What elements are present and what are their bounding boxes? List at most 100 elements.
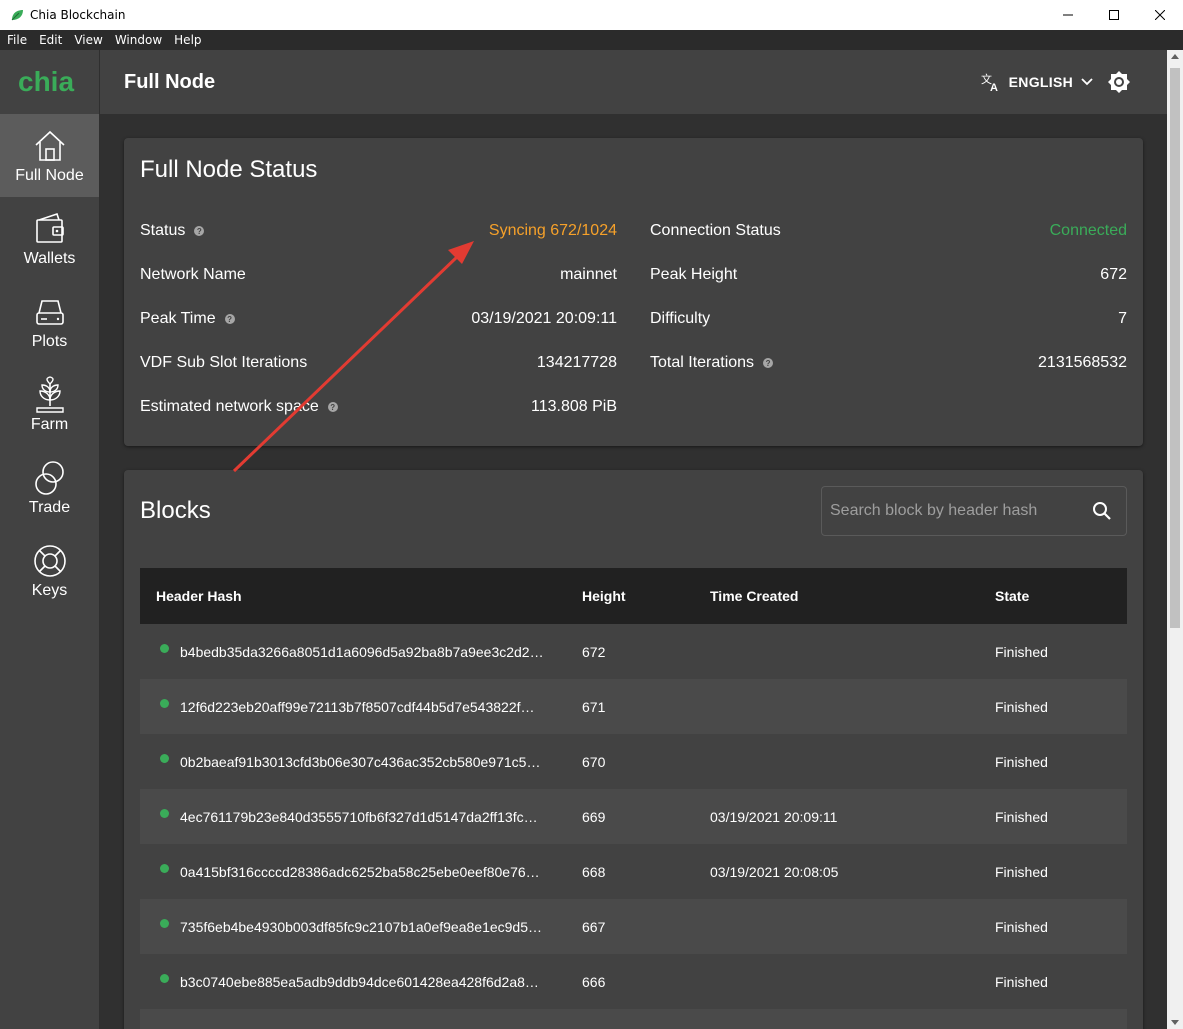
table-row[interactable]: 0b2baeaf91b3013cfd3b06e307c436ac352cb580… [140, 734, 1127, 789]
chia-logo[interactable]: chia [0, 50, 99, 114]
table-row[interactable] [140, 1009, 1127, 1029]
table-row[interactable]: b3c0740ebe885ea5adb9ddb94dce601428ea428f… [140, 954, 1127, 1009]
sidebar-item-farm[interactable]: Farm [0, 363, 99, 446]
help-icon[interactable]: ? [763, 358, 774, 368]
scroll-up-arrow-icon[interactable] [1171, 54, 1179, 59]
table-row[interactable]: 12f6d223eb20aff99e72113b7f8507cdf44b5d7e… [140, 679, 1127, 734]
block-hash[interactable]: 4ec761179b23e840d3555710fb6f327d1d5147da… [180, 809, 550, 825]
block-state: Finished [995, 973, 1048, 990]
block-height: 669 [582, 808, 606, 825]
blocks-card: Blocks Header Hash Height Time Created S… [124, 470, 1143, 1029]
chia-logo-icon: chia [18, 67, 74, 97]
peak-time-value: 03/19/2021 20:09:11 [471, 310, 617, 327]
help-icon[interactable]: ? [327, 402, 338, 412]
block-hash[interactable]: 0b2baeaf91b3013cfd3b06e307c436ac352cb580… [180, 754, 550, 770]
brightness-icon [1108, 71, 1130, 93]
block-hash[interactable]: b3c0740ebe885ea5adb9ddb94dce601428ea428f… [180, 974, 550, 990]
chevron-down-icon [1081, 78, 1093, 86]
sidebar-item-label: Keys [31, 581, 68, 599]
sidebar: chia Full Node Wallets Plots Farm Trade … [0, 50, 100, 1029]
menu-edit[interactable]: Edit [33, 33, 68, 47]
minimize-button[interactable] [1045, 0, 1091, 30]
page-title: Full Node [124, 70, 216, 93]
column-header-state[interactable]: State [995, 588, 1029, 604]
main-content: Full Node Status Status ? Syncing 672/10… [100, 114, 1167, 1029]
table-row[interactable]: b4bedb35da3266a8051d1a6096d5a92ba8b7a9ee… [140, 624, 1127, 679]
theme-toggle-button[interactable] [1107, 70, 1131, 94]
block-height: 667 [582, 918, 606, 935]
block-hash[interactable]: 735f6eb4be4930b003df85fc9c2107b1a0ef9ea8… [180, 919, 550, 935]
language-selector[interactable]: 文 A ENGLISH [981, 50, 1093, 114]
peak-height-row: Peak Height 672 [650, 263, 1127, 287]
column-header-hash[interactable]: Header Hash [156, 588, 242, 604]
sidebar-item-label: Full Node [15, 166, 84, 184]
vdf-row: VDF Sub Slot Iterations 134217728 [140, 351, 617, 375]
total-iterations-row: Total Iterations ? 2131568532 [650, 351, 1127, 375]
menu-view[interactable]: View [68, 33, 108, 47]
block-hash[interactable]: 0a415bf316ccccd28386adc6252ba58c25ebe0ee… [180, 864, 550, 880]
block-time: 03/19/2021 20:08:05 [710, 863, 839, 880]
status-dot [160, 699, 169, 708]
scroll-down-arrow-icon[interactable] [1171, 1020, 1179, 1025]
status-row: Status ? Syncing 672/1024 [140, 219, 617, 243]
peak-time-row: Peak Time ? 03/19/2021 20:09:11 [140, 307, 617, 331]
plant-icon [35, 375, 64, 413]
svg-text:chia: chia [18, 67, 74, 97]
status-dot [160, 809, 169, 818]
help-icon[interactable]: ? [224, 314, 235, 324]
block-height: 668 [582, 863, 606, 880]
sidebar-item-label: Wallets [23, 249, 76, 267]
full-node-status-card: Full Node Status Status ? Syncing 672/10… [124, 138, 1143, 446]
blocks-title: Blocks [140, 497, 211, 524]
sidebar-item-trade[interactable]: Trade [0, 446, 99, 529]
table-row[interactable]: 4ec761179b23e840d3555710fb6f327d1d5147da… [140, 789, 1127, 844]
search-icon[interactable] [1092, 501, 1112, 521]
language-label: ENGLISH [1008, 74, 1073, 90]
block-state: Finished [995, 753, 1048, 770]
main-scrollbar[interactable] [1167, 50, 1183, 1029]
block-time: 03/19/2021 20:09:11 [710, 808, 838, 825]
window-title-bar: Chia Blockchain [0, 0, 1183, 30]
block-height: 670 [582, 753, 606, 770]
status-dot [160, 754, 169, 763]
help-icon[interactable]: ? [194, 226, 205, 236]
network-name-label: Network Name [140, 266, 246, 283]
table-row[interactable]: 735f6eb4be4930b003df85fc9c2107b1a0ef9ea8… [140, 899, 1127, 954]
table-row[interactable]: 0a415bf316ccccd28386adc6252ba58c25ebe0ee… [140, 844, 1127, 899]
column-header-height[interactable]: Height [582, 588, 626, 604]
home-icon [34, 130, 65, 161]
network-space-value: 113.808 PiB [531, 398, 617, 415]
close-icon [1155, 10, 1165, 20]
block-hash[interactable]: 12f6d223eb20aff99e72113b7f8507cdf44b5d7e… [180, 699, 550, 715]
trade-circles-icon [34, 460, 64, 495]
block-hash[interactable]: b4bedb35da3266a8051d1a6096d5a92ba8b7a9ee… [180, 644, 550, 660]
window-title: Chia Blockchain [30, 8, 126, 22]
scrollbar-thumb[interactable] [1170, 68, 1180, 628]
menu-help[interactable]: Help [168, 33, 207, 47]
block-search-field[interactable] [821, 486, 1127, 536]
close-button[interactable] [1137, 0, 1183, 30]
menu-window[interactable]: Window [109, 33, 168, 47]
network-name-value: mainnet [560, 266, 617, 283]
block-height: 666 [582, 973, 606, 990]
sidebar-item-wallets[interactable]: Wallets [0, 197, 99, 280]
status-card-title: Full Node Status [140, 156, 318, 183]
total-iterations-label: Total Iterations [650, 354, 755, 371]
difficulty-value: 7 [1118, 310, 1127, 327]
peak-time-label: Peak Time [140, 310, 216, 327]
sidebar-item-keys[interactable]: Keys [0, 529, 99, 612]
connection-status-value: Connected [1049, 222, 1127, 239]
peak-height-value: 672 [1100, 266, 1127, 283]
menu-file[interactable]: File [0, 33, 33, 47]
status-value: Syncing 672/1024 [488, 222, 617, 239]
block-search-input[interactable] [830, 487, 1080, 535]
block-height: 672 [582, 643, 606, 660]
column-header-time-created[interactable]: Time Created [710, 588, 798, 604]
sidebar-item-full-node[interactable]: Full Node [0, 114, 99, 197]
chia-leaf-icon [11, 10, 23, 21]
total-iterations-value: 2131568532 [1038, 354, 1127, 371]
menu-bar: File Edit View Window Help [0, 30, 1183, 50]
maximize-button[interactable] [1091, 0, 1137, 30]
sidebar-item-plots[interactable]: Plots [0, 280, 99, 363]
status-dot [160, 974, 169, 983]
